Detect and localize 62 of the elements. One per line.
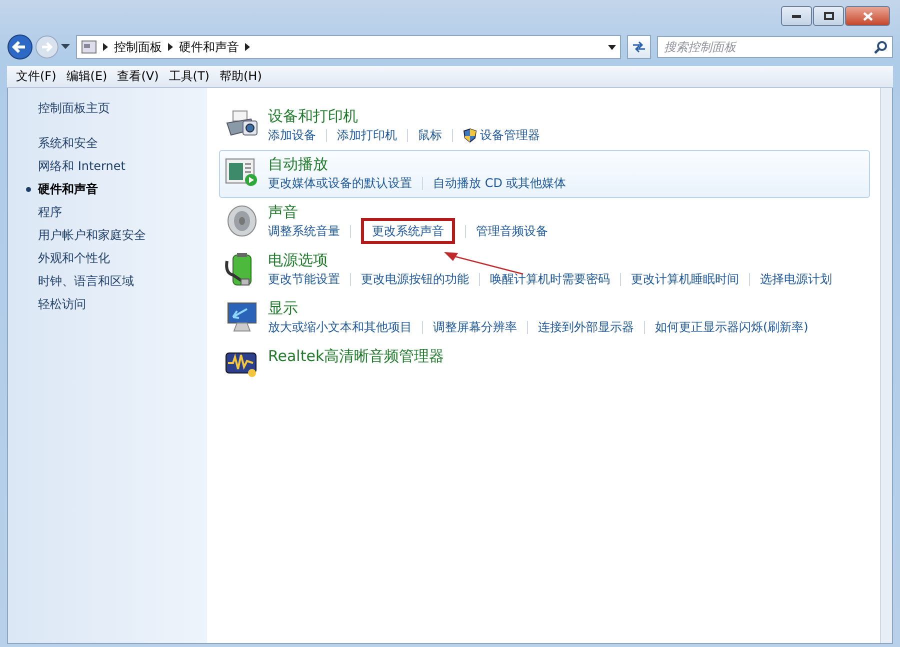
task-link[interactable]: 添加设备 xyxy=(268,127,316,143)
minimize-button[interactable] xyxy=(781,6,812,26)
refresh-button[interactable] xyxy=(627,35,651,59)
sidebar-item[interactable]: 外观和个性化 xyxy=(38,250,110,267)
sidebar-item[interactable]: 用户帐户和家庭安全 xyxy=(38,227,146,244)
menu-item[interactable]: 帮助(H) xyxy=(214,68,267,85)
menu-item[interactable]: 文件(F) xyxy=(11,68,62,85)
history-dropdown-icon[interactable] xyxy=(61,44,70,50)
search-field[interactable]: 搜索控制面板 xyxy=(657,36,893,58)
sidebar-item[interactable]: 硬件和声音 xyxy=(38,181,98,198)
task-link[interactable]: 更改电源按钮的功能 xyxy=(361,271,469,287)
task-link[interactable]: 调整屏幕分辨率 xyxy=(433,319,517,335)
sidebar-item[interactable]: 时钟、语言和区域 xyxy=(38,273,134,290)
sidebar-item[interactable]: 网络和 Internet xyxy=(38,158,126,175)
breadcrumb-arrow-icon[interactable] xyxy=(168,43,173,51)
breadcrumb[interactable]: 控制面板 xyxy=(114,38,162,56)
close-button[interactable] xyxy=(845,6,890,26)
breadcrumb-arrow-icon[interactable] xyxy=(245,43,250,51)
task-link[interactable]: 设备管理器 xyxy=(463,127,540,143)
category-title[interactable]: 显示 xyxy=(268,299,808,318)
monitor-icon xyxy=(225,301,259,333)
breadcrumb-arrow-icon[interactable] xyxy=(103,43,108,51)
menu-item[interactable]: 编辑(E) xyxy=(61,68,112,85)
sidebar-item[interactable]: 系统和安全 xyxy=(38,135,98,152)
sidebar-home-link[interactable]: 控制面板主页 xyxy=(26,100,110,117)
category-title[interactable]: 设备和打印机 xyxy=(268,107,540,126)
minimize-icon xyxy=(792,14,801,18)
task-link[interactable]: 更改系统声音 xyxy=(361,218,455,244)
task-link[interactable]: 如何更正显示器闪烁(刷新率) xyxy=(655,319,808,335)
task-link[interactable]: 自动播放 CD 或其他媒体 xyxy=(433,175,566,191)
task-link[interactable]: 更改计算机睡眠时间 xyxy=(631,271,739,287)
sidebar-item[interactable]: 程序 xyxy=(38,204,62,221)
task-link[interactable]: 更改节能设置 xyxy=(268,271,340,287)
autoplay-window-icon xyxy=(225,157,259,187)
task-link[interactable]: 更改媒体或设备的默认设置 xyxy=(268,175,412,191)
task-link[interactable]: 管理音频设备 xyxy=(476,223,548,239)
task-link[interactable]: 唤醒计算机时需要密码 xyxy=(490,271,610,287)
task-link[interactable]: 放大或缩小文本和其他项目 xyxy=(268,319,412,335)
maximize-icon xyxy=(824,12,834,20)
menu-item[interactable]: 查看(V) xyxy=(112,68,164,85)
shield-icon xyxy=(463,128,477,142)
task-link[interactable]: 调整系统音量 xyxy=(268,223,340,239)
task-link[interactable]: 连接到外部显示器 xyxy=(538,319,634,335)
refresh-icon xyxy=(632,41,646,53)
category-title[interactable]: 自动播放 xyxy=(268,155,566,174)
task-link[interactable]: 添加打印机 xyxy=(337,127,397,143)
breadcrumb[interactable]: 硬件和声音 xyxy=(179,38,239,56)
task-link[interactable]: 选择电源计划 xyxy=(760,271,832,287)
sidebar-item[interactable]: 轻松访问 xyxy=(38,296,86,313)
back-button[interactable] xyxy=(7,34,33,60)
scrollbar[interactable] xyxy=(880,88,892,643)
dropdown-caret-icon[interactable] xyxy=(608,44,616,50)
task-link[interactable]: 鼠标 xyxy=(418,127,442,143)
address-bar[interactable]: 控制面板 硬件和声音 xyxy=(76,35,621,59)
close-icon xyxy=(862,12,872,20)
maximize-button[interactable] xyxy=(813,6,844,26)
category-title[interactable]: Realtek高清晰音频管理器 xyxy=(268,347,444,366)
menu-item[interactable]: 工具(T) xyxy=(164,68,214,85)
speaker-icon xyxy=(225,205,259,237)
category-title[interactable]: 电源选项 xyxy=(268,251,832,270)
control-panel-icon xyxy=(81,40,97,54)
search-icon[interactable] xyxy=(874,41,887,54)
